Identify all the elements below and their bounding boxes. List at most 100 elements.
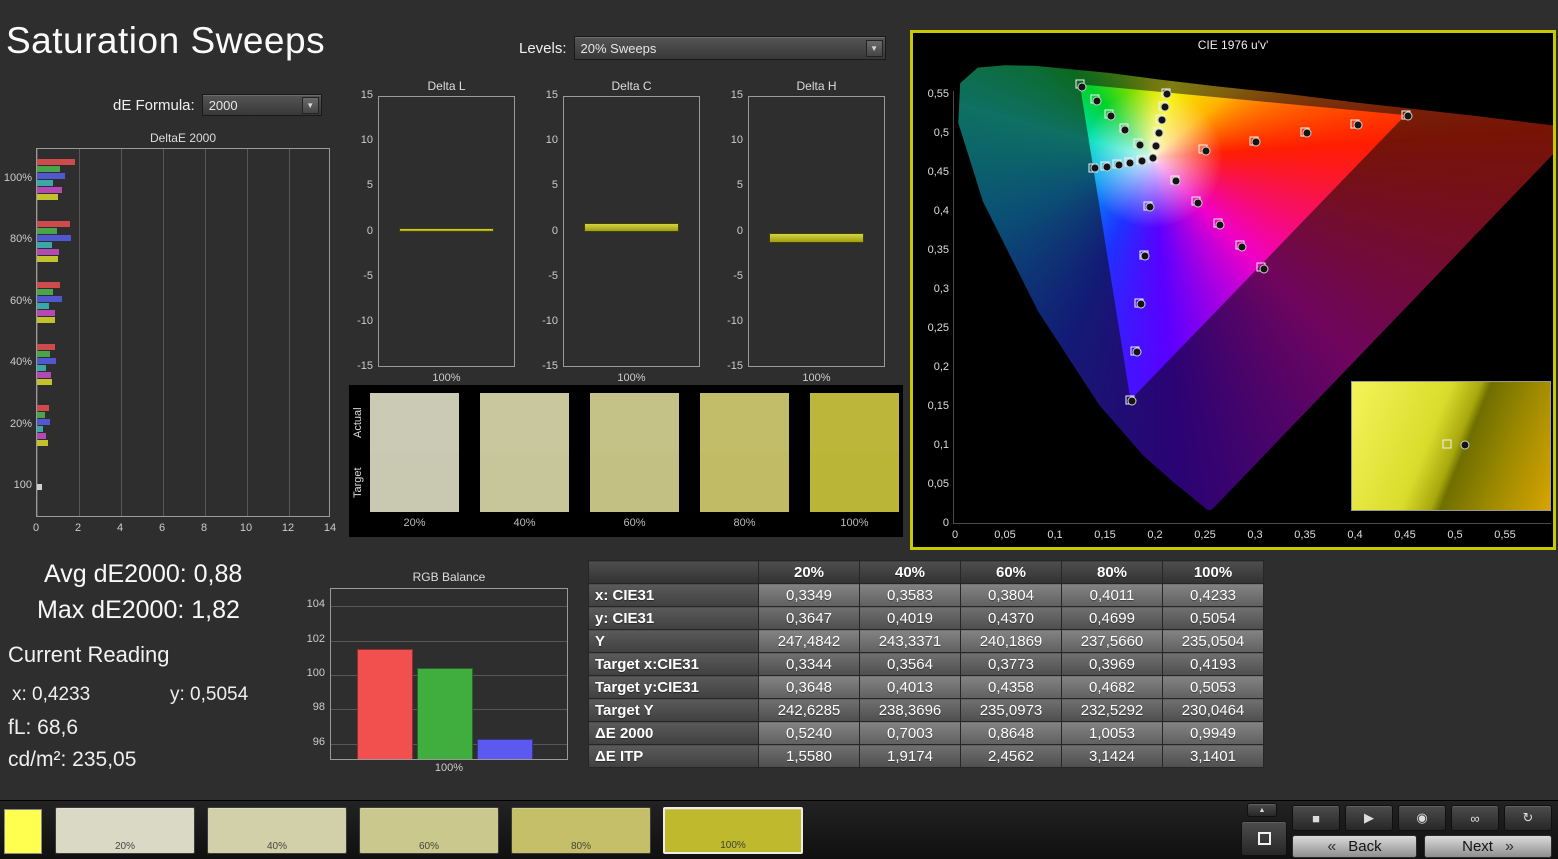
patch-label: 20%: [114, 841, 135, 852]
table-cell: 0,4682: [1061, 675, 1163, 699]
stop-button-large[interactable]: [1241, 821, 1287, 856]
deltae2000-bar: [37, 173, 66, 180]
patch-button-80%[interactable]: 80%: [511, 807, 651, 854]
cie-x-tick: 0,4: [1347, 529, 1363, 541]
table-cell: 240,1869: [960, 629, 1062, 653]
stop-button[interactable]: ■: [1292, 805, 1340, 831]
chevron-down-icon[interactable]: ▼: [865, 39, 883, 57]
cie-x-tick: 0,3: [1247, 529, 1263, 541]
cie-measured-marker: [1171, 176, 1181, 186]
swatch-label: 100%: [840, 517, 869, 529]
de-formula-dropdown[interactable]: 2000 ▼: [201, 94, 322, 116]
back-button[interactable]: « Back: [1292, 835, 1417, 858]
cie-x-tick: 0,25: [1194, 529, 1216, 541]
table-cell: 0,4019: [859, 606, 961, 630]
delta-bar: [399, 227, 494, 233]
de-formula-value: 2000: [208, 97, 238, 113]
swatch-actual: [480, 393, 569, 453]
patch-label: 80%: [570, 841, 591, 852]
cie-x-tick: 0,5: [1447, 529, 1463, 541]
next-button[interactable]: Next »: [1424, 835, 1552, 858]
patch-button-60%[interactable]: 60%: [359, 807, 499, 854]
table-cell: 0,3647: [758, 606, 860, 630]
cie-y-tick: 0,5: [933, 127, 949, 139]
cie-measured-marker: [1137, 156, 1147, 166]
delta-y-tick: -5: [733, 269, 743, 282]
stop-square-icon: [1257, 832, 1271, 845]
cie-measured-marker: [1151, 141, 1161, 151]
loop-button[interactable]: ∞: [1451, 805, 1499, 831]
table-row-label: Target Y: [588, 698, 759, 722]
play-button[interactable]: ▶: [1345, 805, 1393, 831]
table-cell: 0,4193: [1162, 652, 1264, 676]
delta-y-tick: -15: [357, 360, 373, 372]
cie-measured-marker: [1102, 162, 1112, 172]
levels-dropdown[interactable]: 20% Sweeps ▼: [573, 36, 886, 60]
delta-h-y-axis: 15 10 5 0 -5 -10 -15: [720, 89, 745, 372]
swatch-target: [810, 453, 899, 512]
current-reading-title: Current Reading: [8, 642, 170, 667]
deltae2000-bar: [37, 371, 51, 378]
table-cell: 0,5053: [1162, 675, 1264, 699]
cie-measured-marker: [1114, 160, 1124, 170]
cie-measured-marker: [1136, 299, 1146, 309]
table-cell: 0,3583: [859, 583, 961, 607]
delta-y-tick: 10: [360, 134, 373, 147]
table-row-label: Target y:CIE31: [588, 675, 759, 699]
delta-l-plot: [378, 96, 515, 367]
deltae2000-chart: DeltaE 2000 100% 80% 60% 40% 20% 100 0 2 4 6 8 10 1…: [3, 128, 339, 540]
actual-target-swatch-strip: Actual Target 20% 40% 60% 80% 100%: [349, 385, 903, 537]
chevron-down-icon[interactable]: ▼: [301, 96, 319, 114]
delta-y-tick: 5: [366, 179, 373, 192]
cie-diagram-title: CIE 1976 u'v': [1197, 38, 1269, 52]
table-cell: 0,4358: [960, 675, 1062, 699]
deltae2000-bar: [37, 317, 56, 324]
rgb-balance-y-axis: 104 102 100 98 96: [302, 588, 327, 760]
deltae2000-bar: [37, 357, 56, 364]
patch-button-40%[interactable]: 40%: [207, 807, 347, 854]
delta-c-chart: Delta C 15 10 5 0 -5 -10 -15 100%: [535, 79, 707, 391]
swatch-target: [590, 453, 679, 512]
refresh-button[interactable]: ↻: [1504, 805, 1552, 831]
cie-measured-marker: [1160, 102, 1170, 112]
swatch-label: 80%: [733, 517, 756, 529]
record-button[interactable]: ◉: [1398, 805, 1446, 831]
rgb-y-tick: 98: [312, 701, 325, 714]
swatch-actual: [810, 393, 899, 453]
deltae2000-x-axis: 0 2 4 6 8 10 12 14: [33, 520, 336, 535]
cie-measured-marker: [1140, 251, 1150, 261]
patch-button-100%[interactable]: 100%: [663, 807, 803, 854]
table-row: y: CIE31 0,3647 0,4019 0,4370 0,4699 0,5054: [588, 606, 1264, 630]
cie-measured-marker: [1193, 198, 1203, 208]
table-header: 80%: [1061, 560, 1163, 584]
table-row: ΔE 2000 0,5240 0,7003 0,8648 1,0053 0,9949: [588, 721, 1264, 745]
deltae2000-group-label: 60%: [9, 294, 32, 307]
deltae2000-title: DeltaE 2000: [149, 131, 217, 145]
patch-button-20%[interactable]: 20%: [55, 807, 195, 854]
rgb-y-tick: 102: [306, 632, 325, 645]
cie-x-tick: 0,2: [1147, 529, 1163, 541]
de-formula-control: dE Formula: 2000 ▼: [113, 94, 322, 116]
deltae2000-bar: [37, 220, 70, 227]
deltae2000-group-label: 100: [13, 479, 32, 492]
deltae2000-x-tick: 8: [200, 522, 208, 534]
patch-label: 100%: [720, 840, 746, 851]
deltae2000-bar: [37, 426, 44, 433]
table-row-label: ΔE 2000: [588, 721, 759, 745]
deltae2000-x-tick: 0: [32, 522, 40, 534]
swatch-label: 60%: [623, 517, 646, 529]
deltae2000-bar: [37, 310, 55, 317]
cie-y-tick: 0,3: [933, 283, 949, 295]
cie-x-tick: 0,05: [994, 529, 1016, 541]
delta-y-tick: 5: [551, 179, 558, 192]
de-formula-label: dE Formula:: [113, 96, 195, 114]
deltae2000-bar: [37, 350, 50, 357]
delta-y-tick: 15: [545, 89, 558, 101]
cie-y-tick: 0,55: [927, 88, 949, 100]
expand-up-button[interactable]: ▲: [1247, 803, 1277, 817]
deltae2000-y-axis: 100% 80% 60% 40% 20% 100: [3, 148, 34, 517]
deltae2000-bar: [37, 194, 58, 201]
cie-measured-marker: [1145, 202, 1155, 212]
deltae2000-bar: [37, 303, 49, 310]
deltae2000-bar: [37, 296, 63, 303]
